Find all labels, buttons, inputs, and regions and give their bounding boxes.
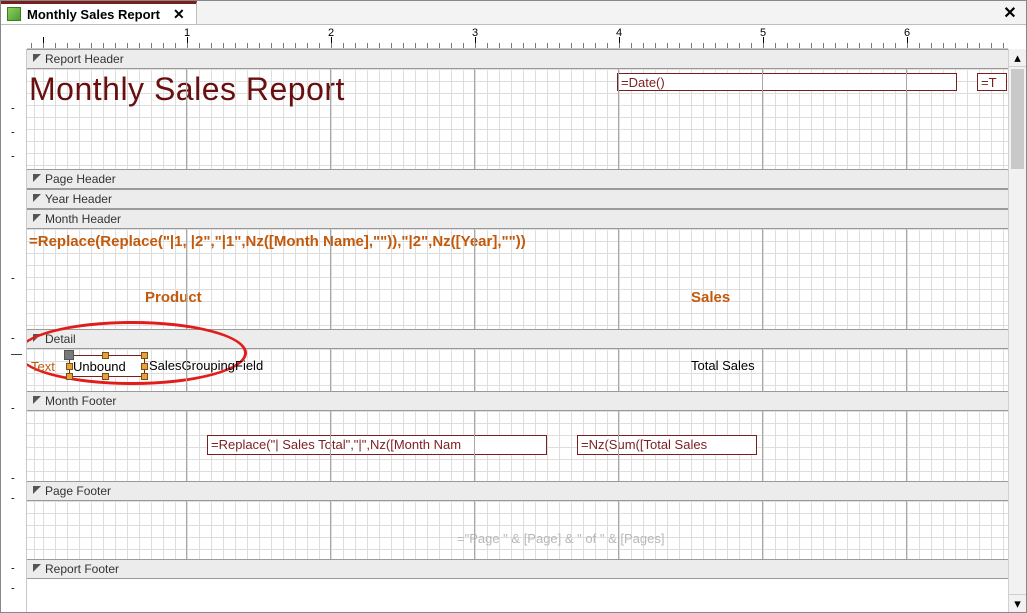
scroll-up-icon[interactable]: ▴ bbox=[1009, 49, 1026, 67]
ruler-num: 2 bbox=[328, 27, 334, 39]
section-bar-page-header[interactable]: Page Header bbox=[27, 169, 1008, 189]
design-workspace: 1 2 3 4 5 6 - - - - - — - - - - - ▴ ▾ bbox=[1, 25, 1026, 612]
section-label: Detail bbox=[45, 332, 76, 346]
ruler-num: 5 bbox=[760, 27, 766, 39]
date-textbox[interactable]: =Date() bbox=[617, 73, 957, 91]
report-design-window: Monthly Sales Report ✕ ✕ 1 2 3 4 5 6 - -… bbox=[0, 0, 1027, 613]
vruler-mark: — bbox=[11, 350, 22, 361]
page-number-expr[interactable]: ="Page " & [Page] & " of " & [Pages] bbox=[457, 531, 664, 546]
month-total-label-expr[interactable]: =Replace("| Sales Total","|",Nz([Month N… bbox=[207, 435, 547, 455]
design-canvas[interactable]: Report Header Monthly Sales Report =Date… bbox=[27, 49, 1008, 612]
tab-monthly-sales-report[interactable]: Monthly Sales Report ✕ bbox=[1, 1, 197, 24]
section-marker-icon bbox=[33, 486, 41, 494]
close-icon[interactable]: ✕ bbox=[170, 5, 188, 23]
section-marker-icon bbox=[33, 214, 41, 222]
ruler-num: 3 bbox=[472, 27, 478, 39]
month-year-expr-textbox[interactable]: =Replace(Replace("|1, |2","|1",Nz([Month… bbox=[29, 233, 526, 250]
textbox-value: Unbound bbox=[73, 359, 126, 374]
section-bar-report-header[interactable]: Report Header bbox=[27, 49, 1008, 69]
section-label: Year Header bbox=[45, 192, 112, 206]
window-close-icon[interactable]: ✕ bbox=[1000, 3, 1020, 23]
section-label: Month Header bbox=[45, 212, 121, 226]
scroll-thumb[interactable] bbox=[1011, 69, 1024, 169]
section-label: Month Footer bbox=[45, 394, 116, 408]
section-marker-icon bbox=[33, 174, 41, 182]
horizontal-ruler[interactable]: 1 2 3 4 5 6 bbox=[27, 25, 1008, 49]
section-marker-icon bbox=[33, 564, 41, 572]
ruler-num: 1 bbox=[184, 27, 190, 39]
section-bar-month-header[interactable]: Month Header bbox=[27, 209, 1008, 229]
section-marker-icon bbox=[33, 54, 41, 62]
ruler-num: 6 bbox=[904, 27, 910, 39]
new-unbound-textbox[interactable]: Unbound bbox=[69, 355, 145, 377]
scroll-track[interactable] bbox=[1009, 67, 1026, 594]
section-body-report-header[interactable]: Monthly Sales Report =Date() =T bbox=[27, 69, 1008, 169]
section-bar-report-footer[interactable]: Report Footer bbox=[27, 559, 1008, 579]
month-total-sum-expr[interactable]: =Nz(Sum([Total Sales bbox=[577, 435, 757, 455]
tab-bar: Monthly Sales Report ✕ ✕ bbox=[1, 1, 1026, 25]
section-marker-icon bbox=[33, 194, 41, 202]
total-sales-textbox[interactable]: Total Sales bbox=[691, 358, 755, 373]
section-bar-page-footer[interactable]: Page Footer bbox=[27, 481, 1008, 501]
tab-title: Monthly Sales Report bbox=[27, 7, 160, 22]
section-label: Page Header bbox=[45, 172, 116, 186]
report-icon bbox=[7, 7, 21, 21]
scroll-down-icon[interactable]: ▾ bbox=[1009, 594, 1026, 612]
section-body-detail[interactable]: Text Unbound SalesGroupingField Total Sa… bbox=[27, 349, 1008, 391]
section-bar-month-footer[interactable]: Month Footer bbox=[27, 391, 1008, 411]
section-bar-year-header[interactable]: Year Header bbox=[27, 189, 1008, 209]
ruler-num: 4 bbox=[616, 27, 622, 39]
grouping-field-textbox[interactable]: SalesGroupingField bbox=[149, 358, 263, 373]
vertical-ruler[interactable]: - - - - - — - - - - - bbox=[1, 49, 27, 612]
column-header-sales[interactable]: Sales bbox=[691, 289, 730, 306]
section-label: Report Header bbox=[45, 52, 124, 66]
new-control-label[interactable]: Text bbox=[31, 359, 55, 374]
section-body-month-header[interactable]: =Replace(Replace("|1, |2","|1",Nz([Month… bbox=[27, 229, 1008, 329]
section-marker-icon bbox=[33, 334, 41, 342]
section-label: Report Footer bbox=[45, 562, 119, 576]
report-title-label[interactable]: Monthly Sales Report bbox=[29, 71, 345, 108]
column-header-product[interactable]: Product bbox=[145, 289, 202, 306]
time-textbox[interactable]: =T bbox=[977, 73, 1007, 91]
section-label: Page Footer bbox=[45, 484, 111, 498]
vertical-scrollbar[interactable]: ▴ ▾ bbox=[1008, 49, 1026, 612]
section-body-page-footer[interactable]: ="Page " & [Page] & " of " & [Pages] bbox=[27, 501, 1008, 559]
section-bar-detail[interactable]: Detail bbox=[27, 329, 1008, 349]
section-marker-icon bbox=[33, 396, 41, 404]
section-body-month-footer[interactable]: =Replace("| Sales Total","|",Nz([Month N… bbox=[27, 411, 1008, 481]
